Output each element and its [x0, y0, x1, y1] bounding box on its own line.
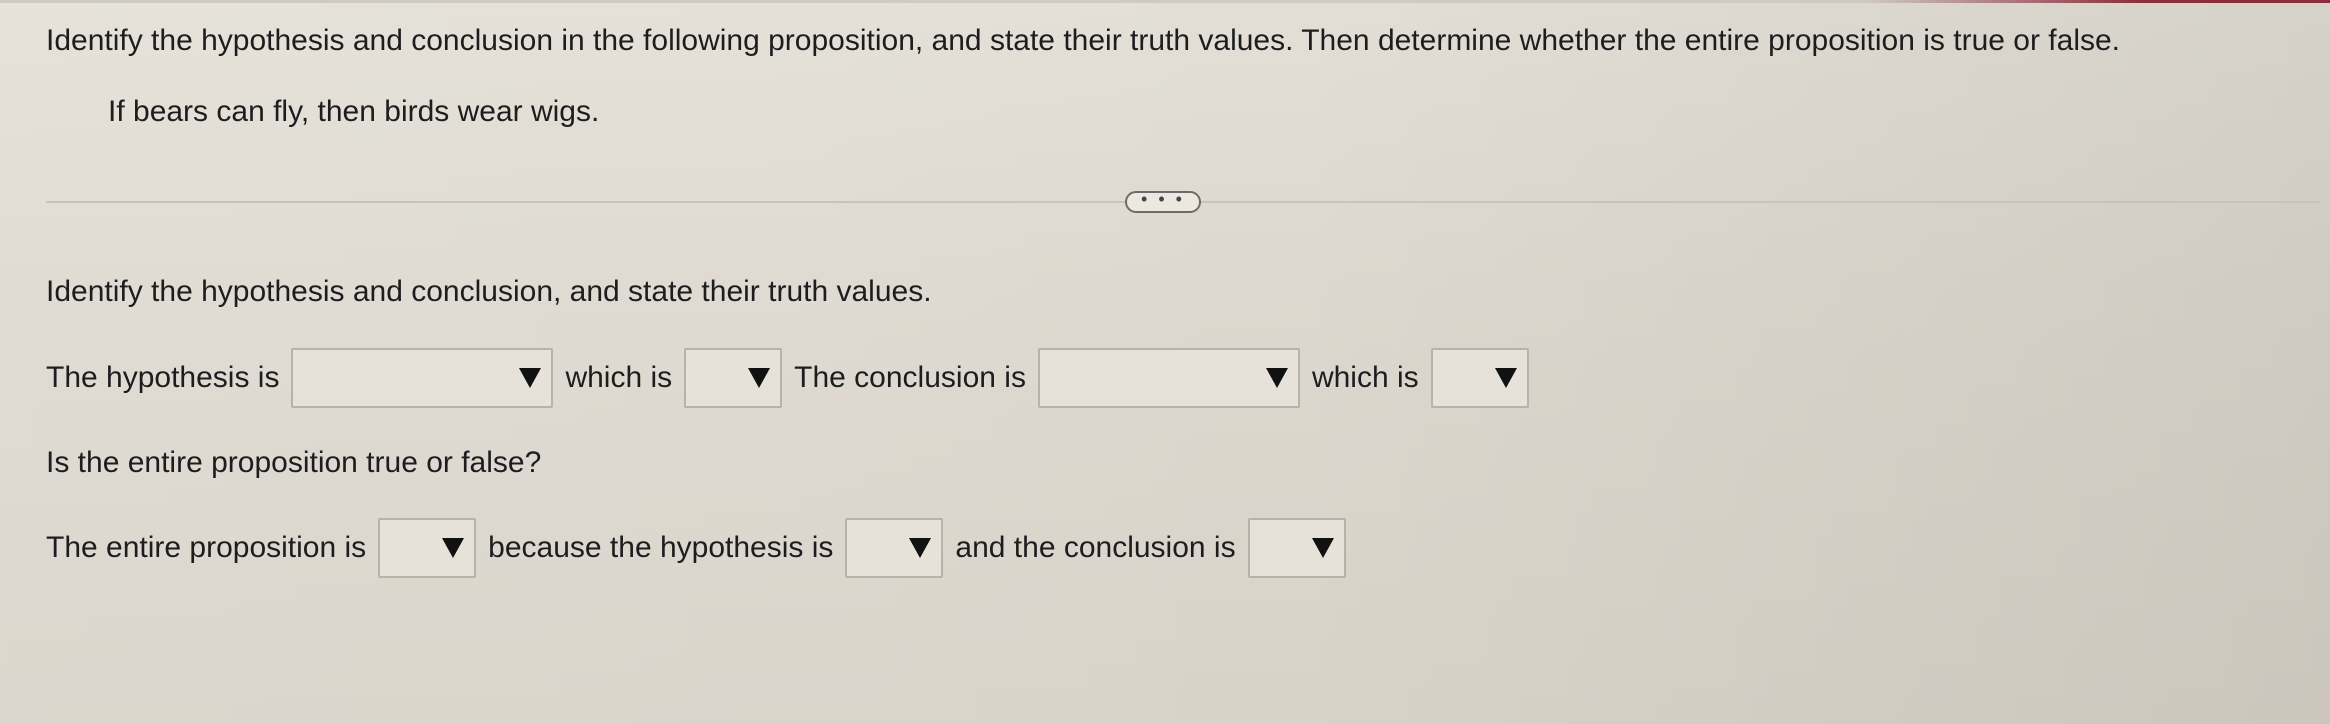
ellipsis-icon: • • •: [1141, 189, 1185, 209]
entire-proposition-row: The entire proposition is because the hy…: [46, 517, 1358, 579]
instructions-text: Identify the hypothesis and conclusion i…: [46, 24, 2120, 57]
hypothesis-truth-select[interactable]: [684, 348, 783, 408]
conclusion-truth-select[interactable]: [1430, 348, 1529, 408]
dropdown-arrow-icon: [909, 538, 932, 558]
dropdown-arrow-icon: [1311, 538, 1334, 558]
dropdown-arrow-icon: [519, 368, 542, 388]
dropdown-arrow-icon: [442, 538, 465, 558]
dropdown-arrow-icon: [1265, 368, 1288, 388]
because-hypothesis-select[interactable]: [845, 518, 944, 578]
conclusion-select[interactable]: [1037, 348, 1300, 408]
because-hypothesis-label: because the hypothesis is: [488, 531, 834, 564]
proposition-text: If bears can fly, then birds wear wigs.: [108, 95, 600, 128]
and-conclusion-select[interactable]: [1247, 518, 1346, 578]
dropdown-arrow-icon: [748, 368, 771, 388]
hypothesis-label: The hypothesis is: [46, 361, 280, 394]
dropdown-arrow-icon: [1494, 368, 1517, 388]
hypothesis-conclusion-row: The hypothesis is which is The conclusio…: [46, 347, 1541, 409]
section-title: Identify the hypothesis and conclusion, …: [46, 275, 932, 308]
hypothesis-select[interactable]: [291, 348, 554, 408]
question-text: Is the entire proposition true or false?: [46, 446, 542, 479]
entire-proposition-label: The entire proposition is: [46, 531, 367, 564]
and-conclusion-label: and the conclusion is: [955, 531, 1236, 564]
conclusion-label: The conclusion is: [794, 361, 1026, 394]
which-is-label-2: which is: [1311, 361, 1419, 394]
top-strip: [0, 0, 2330, 3]
which-is-label-1: which is: [565, 361, 673, 394]
more-options-button[interactable]: • • •: [1125, 189, 1201, 213]
entire-proposition-select[interactable]: [378, 518, 477, 578]
